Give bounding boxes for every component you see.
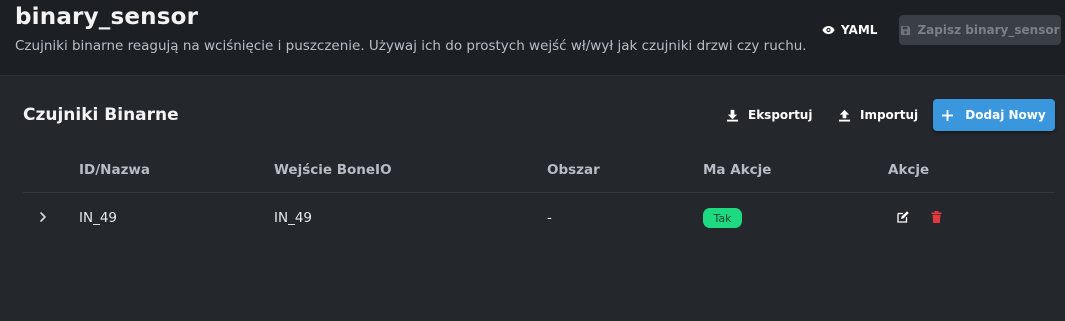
yaml-button[interactable]: YAML <box>814 17 885 43</box>
cell-area: - <box>547 210 552 226</box>
export-button-label: Eksportuj <box>748 108 813 122</box>
export-button[interactable]: Eksportuj <box>726 100 812 130</box>
delete-button[interactable] <box>929 209 943 225</box>
edit-button[interactable] <box>896 209 910 225</box>
page-header: binary_sensor Czujniki binarne reagują n… <box>0 0 1065 76</box>
save-button-label: Zapisz binary_sensor <box>917 23 1060 37</box>
has-actions-badge: Tak <box>703 208 742 228</box>
column-header-actions: Akcje <box>888 162 930 178</box>
floppy-disk-icon <box>901 25 911 35</box>
download-icon <box>726 109 739 122</box>
cell-id-name: IN_49 <box>79 210 118 226</box>
column-header-area[interactable]: Obszar <box>547 162 600 178</box>
add-new-button-label: Dodaj Nowy <box>965 108 1046 122</box>
sensors-card: Czujniki Binarne Eksportuj Importuj Doda… <box>0 76 1065 321</box>
add-new-button[interactable]: Dodaj Nowy <box>933 99 1055 131</box>
page-title: binary_sensor <box>15 4 199 30</box>
card-title: Czujniki Binarne <box>23 105 179 125</box>
column-header-id-name[interactable]: ID/Nazwa <box>79 162 150 178</box>
eye-icon <box>822 25 835 35</box>
import-button[interactable]: Importuj <box>838 100 918 130</box>
chevron-right-icon[interactable] <box>36 209 50 225</box>
plus-icon <box>942 109 954 121</box>
cell-input: IN_49 <box>274 210 313 226</box>
table-divider <box>23 192 1055 193</box>
edit-icon <box>897 211 909 223</box>
import-button-label: Importuj <box>860 108 919 122</box>
column-header-has-actions[interactable]: Ma Akcje <box>703 162 771 178</box>
save-button[interactable]: Zapisz binary_sensor <box>899 15 1061 45</box>
trash-icon <box>931 211 941 223</box>
column-header-input[interactable]: Wejście BoneIO <box>274 162 392 178</box>
upload-icon <box>838 109 851 122</box>
page-description: Czujniki binarne reagują na wciśnięcie i… <box>15 38 807 54</box>
yaml-button-label: YAML <box>841 23 878 37</box>
